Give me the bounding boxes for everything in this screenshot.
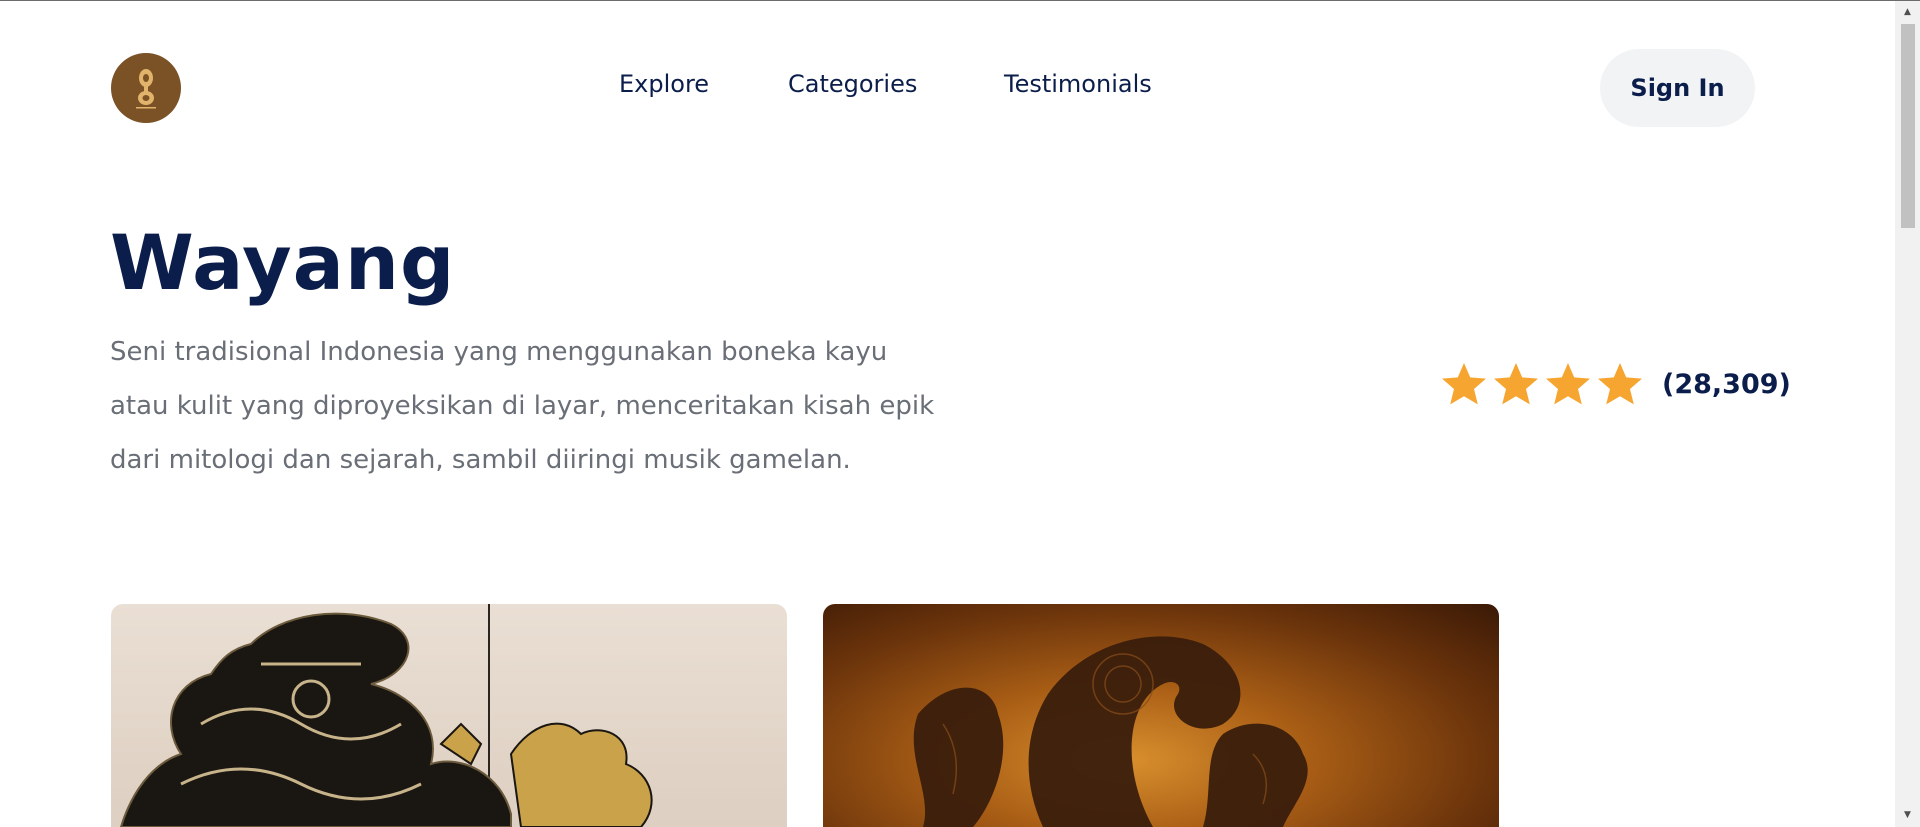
scroll-down-arrow-icon[interactable]: ▼ [1895, 806, 1920, 824]
nav-explore[interactable]: Explore [619, 70, 709, 98]
star-icon [1544, 360, 1592, 408]
wayang-kulit-puppet-image [119, 604, 653, 827]
rating-count: (28,309) [1662, 368, 1791, 400]
scrollbar-thumb[interactable] [1901, 24, 1915, 228]
rating: (28,309) [1440, 360, 1791, 408]
window-top-border [0, 0, 1920, 1]
star-icon [1492, 360, 1540, 408]
scroll-up-arrow-icon[interactable]: ▲ [1895, 3, 1920, 21]
gong-logo-icon [136, 69, 156, 109]
gallery-card-gunungan[interactable] [823, 604, 1499, 827]
gallery-card-wayang-kulit[interactable] [111, 604, 787, 827]
logo[interactable] [111, 53, 181, 123]
star-icon [1596, 360, 1644, 408]
nav-testimonials[interactable]: Testimonials [1004, 70, 1152, 98]
rating-stars [1440, 360, 1648, 408]
star-icon [1440, 360, 1488, 408]
page-title: Wayang [110, 218, 456, 307]
nav-categories[interactable]: Categories [788, 70, 917, 98]
page-description: Seni tradisional Indonesia yang mengguna… [110, 337, 935, 475]
sign-in-button[interactable]: Sign In [1600, 49, 1755, 127]
gunungan-silhouette-image [913, 636, 1308, 827]
